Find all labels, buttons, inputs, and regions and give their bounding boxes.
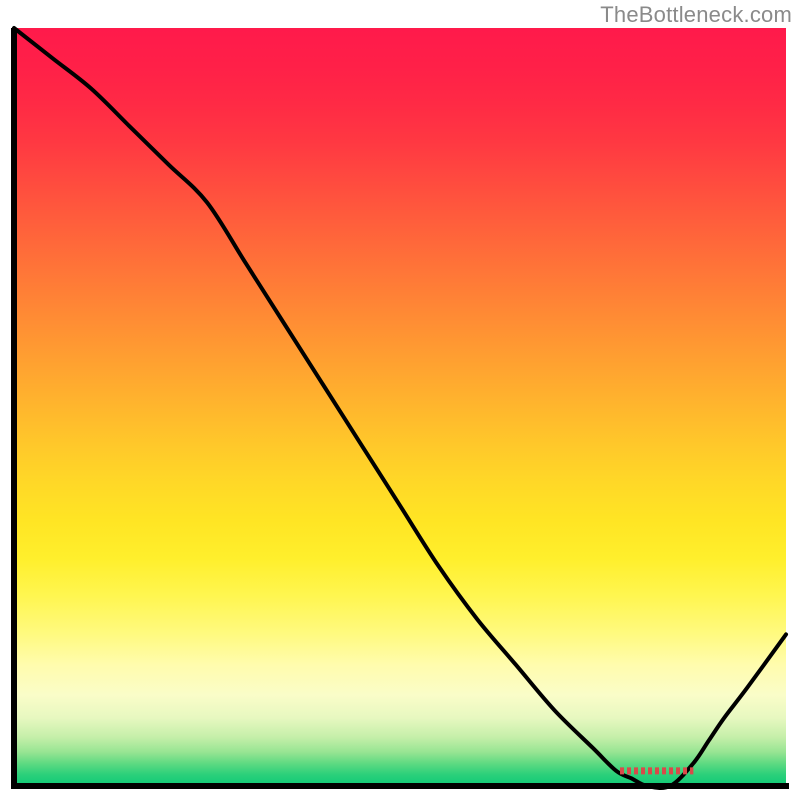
chart-svg — [0, 0, 800, 800]
watermark-text: TheBottleneck.com — [600, 2, 792, 28]
plot-background — [14, 28, 786, 786]
chart-container: TheBottleneck.com — [0, 0, 800, 800]
y-axis — [11, 28, 17, 789]
